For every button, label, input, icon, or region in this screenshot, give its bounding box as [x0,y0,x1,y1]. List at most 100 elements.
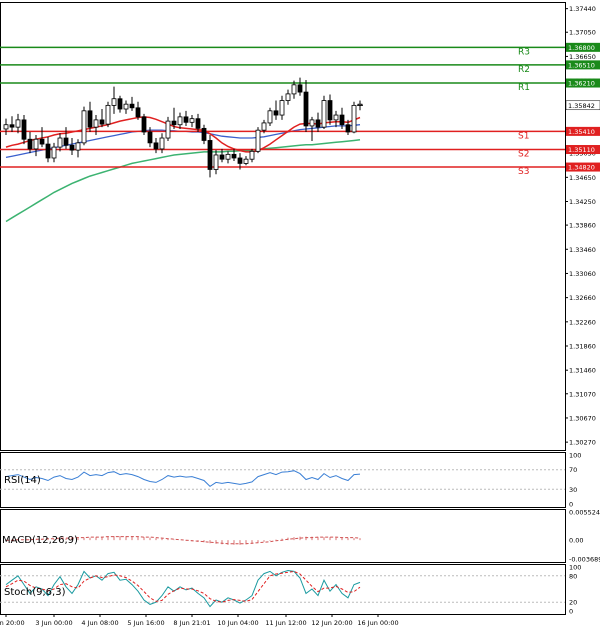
macd-tick-label: 0.00 [569,537,583,545]
stoch-tick-label: 100 [569,564,581,572]
ma-green-line [5,139,361,223]
candle-body [15,119,21,128]
candle-body [141,116,147,133]
candle-body [123,103,129,110]
candle-body [291,84,297,95]
level-name-r2: R2 [518,65,530,75]
candle-body [177,116,183,126]
stoch-tick-label: 0 [569,608,573,616]
candle-body [231,153,237,159]
candle-body [57,137,63,148]
candle-body [201,127,207,141]
price-tick-label: 1.33060 [569,270,596,278]
time-axis: 2 Jun 20:00 3 Jun 00:00 4 Jun 08:00 5 Jun 1… [0,614,399,627]
main-price-panel: 1.374401.370501.366501.362501.358501.354… [0,2,600,451]
candle-body [33,138,39,150]
price-tick-label: 1.30270 [569,439,596,447]
candle-body [309,119,315,127]
candle-body [219,154,225,160]
time-tick-label: 4 Jun 08:00 [81,619,118,627]
rsi-tick-label: 100 [569,452,581,460]
candle-body [87,110,93,128]
macd-panel-frame [0,509,566,563]
candle-body [315,119,321,128]
level-price-label: 1.36800 [568,44,595,52]
candle-body [237,157,243,164]
candle-body [81,110,87,144]
candle-body [69,144,75,151]
price-tick-label: 1.37050 [569,29,596,37]
macd-label: MACD(12,26,9) [2,535,78,546]
time-tick-label: 12 Jun 20:00 [311,619,352,627]
candle-body [147,131,153,144]
level-name-r1: R1 [518,83,530,93]
candle-body [243,158,249,164]
candle-body [9,124,15,128]
stoch-panel: 10080 200 Stoch(9,6,3) [0,564,581,616]
candle-body [39,138,45,145]
price-tick-label: 1.33460 [569,246,596,254]
stoch-label: Stoch(9,6,3) [4,587,66,598]
candle-body [285,93,291,101]
candle-body [207,140,213,170]
candle-body [63,137,69,146]
current-price-label: 1.35842 [568,102,595,110]
macd-tick-label: 0.005524 [569,509,600,517]
candle-body [117,98,123,110]
price-tick-label: 1.31070 [569,390,596,398]
candle-body [21,119,27,140]
rsi-panel: 100 70 30 0 RSI(14) [0,452,581,509]
candle-body [189,118,195,123]
candle-body [303,91,309,127]
time-tick-label: 16 Jun 00:00 [357,619,398,627]
time-tick-label: 2 Jun 20:00 [0,619,25,627]
time-tick-label: 11 Jun 12:00 [265,619,306,627]
candle-body [345,124,351,133]
candle-body [321,100,327,128]
candle-body [225,153,231,160]
rsi-line [5,470,361,488]
price-tick-label: 1.34650 [569,174,596,182]
macd-tick-label: -0.003689 [569,556,600,564]
candle-body [183,116,189,123]
time-tick-label: 10 Jun 04:00 [217,619,258,627]
candle-body [93,119,99,128]
candle-body [153,142,159,150]
chart-canvas: 1.374401.370501.366501.362501.358501.354… [0,2,600,627]
candle-body [111,98,117,106]
candle-body [51,146,57,159]
candle-body [171,120,177,126]
candle-body [327,100,333,121]
candle-body [165,120,171,139]
price-tick-label: 1.30670 [569,414,596,422]
candle-body [279,100,285,116]
level-name-s2: S2 [518,150,529,160]
candle-body [135,107,141,118]
main-panel-frame [0,2,566,451]
rsi-tick-label: 70 [569,466,577,474]
time-tick-label: 8 Jun 21:01 [173,619,210,627]
candle-body [159,137,165,150]
level-name-s3: S3 [518,167,529,177]
candle-body [339,114,345,126]
level-price-label: 1.35110 [568,146,595,154]
candle-body [297,84,303,93]
candle-body [27,138,33,150]
macd-panel: 0.005524 0.00 -0.003689 MACD(12,26,9) [0,509,600,564]
candle-body [105,104,111,125]
price-tick-label: 1.31860 [569,343,596,351]
rsi-panel-frame [0,452,566,508]
rsi-label: RSI(14) [4,475,41,486]
candle-body [195,118,201,129]
candle-body [273,110,279,116]
candle-body [267,110,273,124]
price-tick-label: 1.32660 [569,294,596,302]
stoch-tick-label: 80 [569,572,577,580]
stoch-tick-label: 20 [569,599,577,607]
candle-body [129,103,135,109]
level-name-s1: S1 [518,131,529,141]
candle-body [261,122,267,131]
candle-body [249,150,255,160]
candle-body [213,154,219,170]
candle-body [75,142,81,151]
